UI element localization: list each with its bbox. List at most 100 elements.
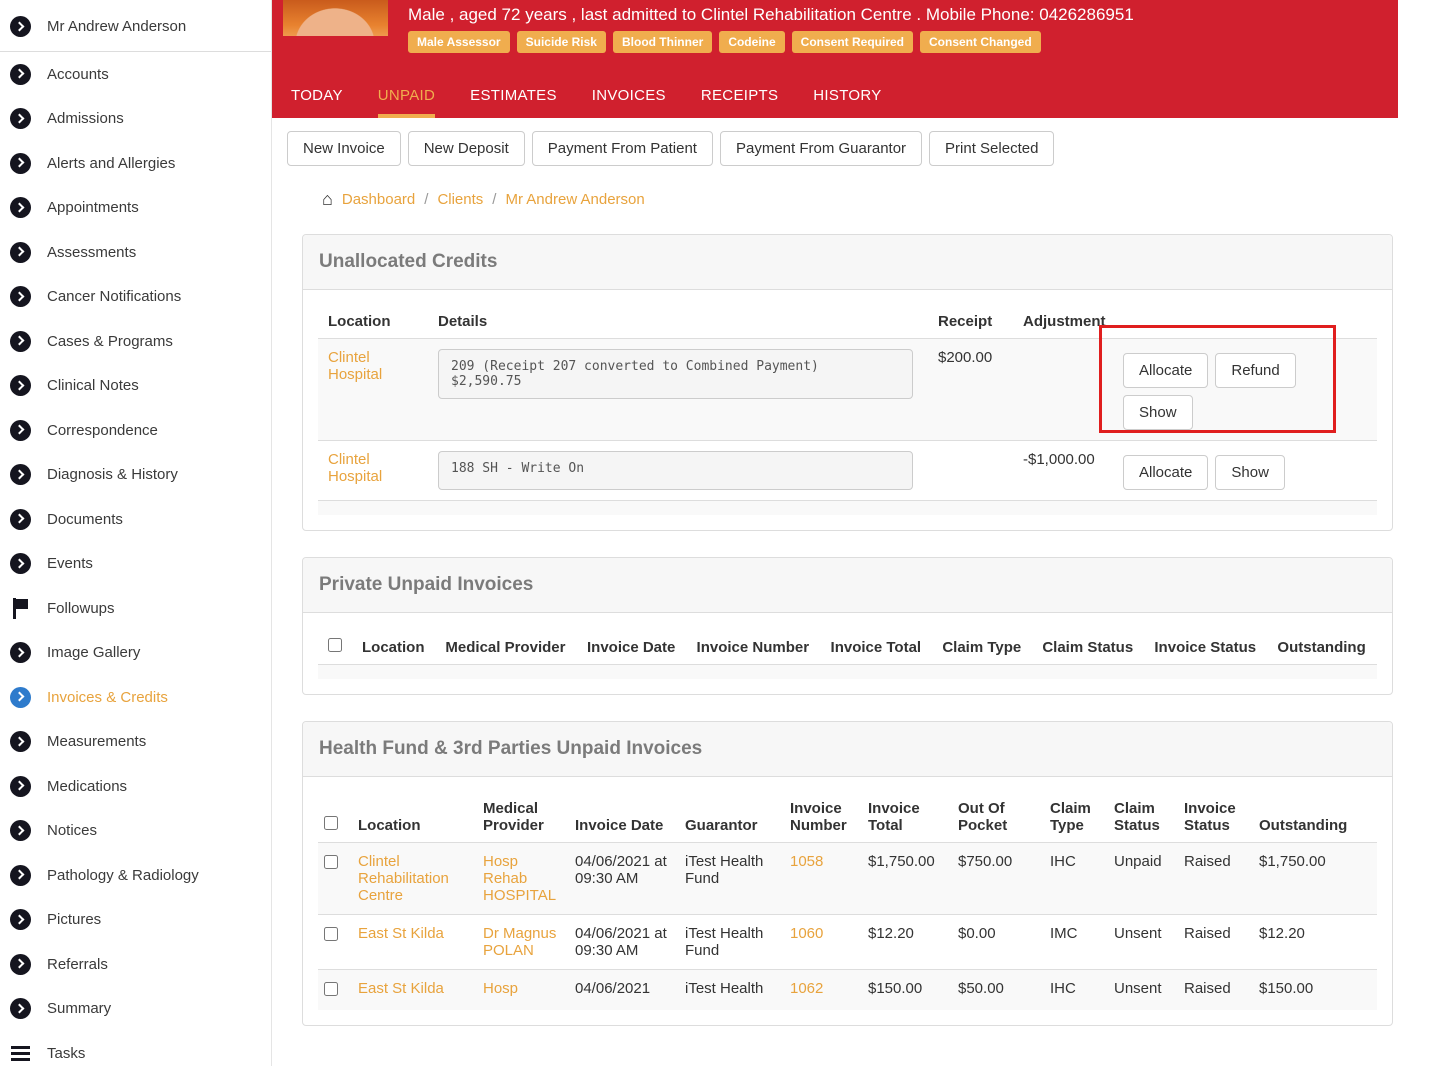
breadcrumb-link-clients[interactable]: Clients xyxy=(437,191,483,208)
invoice-status: Raised xyxy=(1184,925,1231,942)
column-header: Location xyxy=(362,639,425,656)
sidebar-item-correspondence[interactable]: Correspondence xyxy=(0,408,271,453)
panel-title: Health Fund & 3rd Parties Unpaid Invoice… xyxy=(319,738,703,759)
new-deposit-button[interactable]: New Deposit xyxy=(407,131,525,166)
location-link[interactable]: East St Kilda xyxy=(358,925,444,942)
sidebar-item-referrals[interactable]: Referrals xyxy=(0,942,271,987)
chevron-right-circle-icon xyxy=(10,909,31,931)
invoice-number-link[interactable]: 1058 xyxy=(790,853,823,870)
tab-receipts[interactable]: RECEIPTS xyxy=(701,77,778,118)
location-link[interactable]: East St Kilda xyxy=(358,980,444,997)
column-header: Invoice Date xyxy=(586,639,676,656)
select-all-checkbox[interactable] xyxy=(328,638,342,652)
badge-suicide-risk: Suicide Risk xyxy=(516,31,606,53)
payment-from-guarantor-button[interactable]: Payment From Guarantor xyxy=(719,131,923,166)
row-checkbox[interactable] xyxy=(324,927,338,941)
sidebar-item-clinical-notes[interactable]: Clinical Notes xyxy=(0,364,271,409)
invoice-total: $12.20 xyxy=(868,925,914,942)
sidebar-item-patient[interactable]: Mr Andrew Anderson xyxy=(0,2,271,51)
sidebar-item-label: Image Gallery xyxy=(47,644,141,662)
breadcrumb-separator xyxy=(492,191,496,208)
new-invoice-button[interactable]: New Invoice xyxy=(287,131,401,166)
sidebar-item-pictures[interactable]: Pictures xyxy=(0,898,271,943)
allocate-button[interactable]: Allocate xyxy=(1123,353,1209,388)
select-all-checkbox[interactable] xyxy=(324,816,338,830)
show-button[interactable]: Show xyxy=(1123,395,1193,430)
sidebar-item-documents[interactable]: Documents xyxy=(0,497,271,542)
sidebar-item-image-gallery[interactable]: Image Gallery xyxy=(0,631,271,676)
claim-status: Unsent xyxy=(1114,980,1162,997)
invoice-row: East St Kilda Hosp 04/06/2021 iTest Heal… xyxy=(318,969,1377,1010)
sidebar-item-assessments[interactable]: Assessments xyxy=(0,230,271,275)
sidebar-item-label: Cancer Notifications xyxy=(47,288,182,306)
chevron-right-circle-icon xyxy=(10,464,31,486)
invoice-number-link[interactable]: 1062 xyxy=(790,980,823,997)
breadcrumb-separator xyxy=(424,191,428,208)
column-header: Outstanding xyxy=(1277,639,1366,656)
tab-today[interactable]: TODAY xyxy=(291,77,343,118)
breadcrumb-link-dashboard[interactable]: Dashboard xyxy=(342,191,415,208)
chevron-right-circle-icon xyxy=(10,108,31,130)
sidebar-item-label: Alerts and Allergies xyxy=(47,154,176,172)
sidebar-item-tasks[interactable]: Tasks xyxy=(0,1031,271,1066)
sidebar-item-medications[interactable]: Medications xyxy=(0,764,271,809)
provider-link[interactable]: Hosp xyxy=(483,980,518,997)
invoice-number-link[interactable]: 1060 xyxy=(790,925,823,942)
sidebar-item-accounts[interactable]: Accounts xyxy=(0,52,271,97)
row-checkbox[interactable] xyxy=(324,855,338,869)
sidebar-item-summary[interactable]: Summary xyxy=(0,987,271,1032)
location-link[interactable]: Clintel Hospital xyxy=(328,451,382,485)
provider-link[interactable]: Dr Magnus POLAN xyxy=(483,925,556,959)
private-unpaid-invoices-panel: Private Unpaid Invoices Location Medical… xyxy=(302,557,1393,695)
location-link[interactable]: Clintel Hospital xyxy=(328,349,382,383)
home-icon[interactable] xyxy=(322,190,333,208)
column-header: Claim Status xyxy=(1042,639,1134,656)
sidebar-item-invoices-and-credits[interactable]: Invoices & Credits xyxy=(0,675,271,720)
credit-details-box: 209 (Receipt 207 converted to Combined P… xyxy=(438,349,913,399)
row-checkbox[interactable] xyxy=(324,982,338,996)
sidebar-item-measurements[interactable]: Measurements xyxy=(0,720,271,765)
guarantor: iTest Health xyxy=(685,980,764,997)
empty-stripe-row xyxy=(318,664,1377,679)
table-header-row: Location Medical Provider Invoice Date G… xyxy=(318,792,1377,843)
adjustment-amount xyxy=(1013,339,1113,441)
sidebar-item-appointments[interactable]: Appointments xyxy=(0,186,271,231)
column-header: Location xyxy=(328,313,391,330)
badge-blood-thinner: Blood Thinner xyxy=(612,31,713,53)
sidebar-item-label: Medications xyxy=(47,777,128,795)
sidebar-item-cancer-notifications[interactable]: Cancer Notifications xyxy=(0,275,271,320)
provider-link[interactable]: Hosp Rehab HOSPITAL xyxy=(483,853,556,904)
sidebar-item-cases-and-programs[interactable]: Cases & Programs xyxy=(0,319,271,364)
sidebar-item-followups[interactable]: Followups xyxy=(0,586,271,631)
sidebar-item-label: Notices xyxy=(47,822,98,840)
tab-invoices[interactable]: INVOICES xyxy=(592,77,666,118)
breadcrumb-current-patient[interactable]: Mr Andrew Anderson xyxy=(505,191,644,208)
tab-estimates[interactable]: ESTIMATES xyxy=(470,77,557,118)
location-link[interactable]: Clintel Rehabilitation Centre xyxy=(358,853,449,904)
patient-photo xyxy=(283,0,388,36)
sidebar-item-events[interactable]: Events xyxy=(0,542,271,587)
invoice-row: East St Kilda Dr Magnus POLAN 04/06/2021… xyxy=(318,914,1377,970)
tab-unpaid[interactable]: UNPAID xyxy=(377,77,436,118)
chevron-right-circle-icon xyxy=(10,820,31,842)
sidebar-item-alerts-and-allergies[interactable]: Alerts and Allergies xyxy=(0,141,271,186)
sidebar-item-pathology-and-radiology[interactable]: Pathology & Radiology xyxy=(0,853,271,898)
allocate-button[interactable]: Allocate xyxy=(1123,455,1209,490)
sidebar-item-admissions[interactable]: Admissions xyxy=(0,97,271,142)
tab-history[interactable]: HISTORY xyxy=(813,77,881,118)
payment-from-patient-button[interactable]: Payment From Patient xyxy=(531,131,713,166)
chevron-right-circle-icon xyxy=(10,152,31,174)
credit-details-box: 188 SH - Write On xyxy=(438,451,913,490)
sidebar-item-label: Diagnosis & History xyxy=(47,466,178,484)
print-selected-button[interactable]: Print Selected xyxy=(929,131,1055,166)
chevron-right-circle-icon xyxy=(10,864,31,886)
refund-button[interactable]: Refund xyxy=(1215,353,1296,388)
guarantor: iTest Health Fund xyxy=(685,853,764,887)
column-header: Details xyxy=(438,313,488,330)
sidebar-item-diagnosis-and-history[interactable]: Diagnosis & History xyxy=(0,453,271,498)
empty-stripe-row xyxy=(318,500,1377,515)
sidebar-item-notices[interactable]: Notices xyxy=(0,809,271,854)
show-button[interactable]: Show xyxy=(1215,455,1285,490)
column-header: Invoice Number xyxy=(790,800,847,834)
invoice-status: Raised xyxy=(1184,980,1231,997)
